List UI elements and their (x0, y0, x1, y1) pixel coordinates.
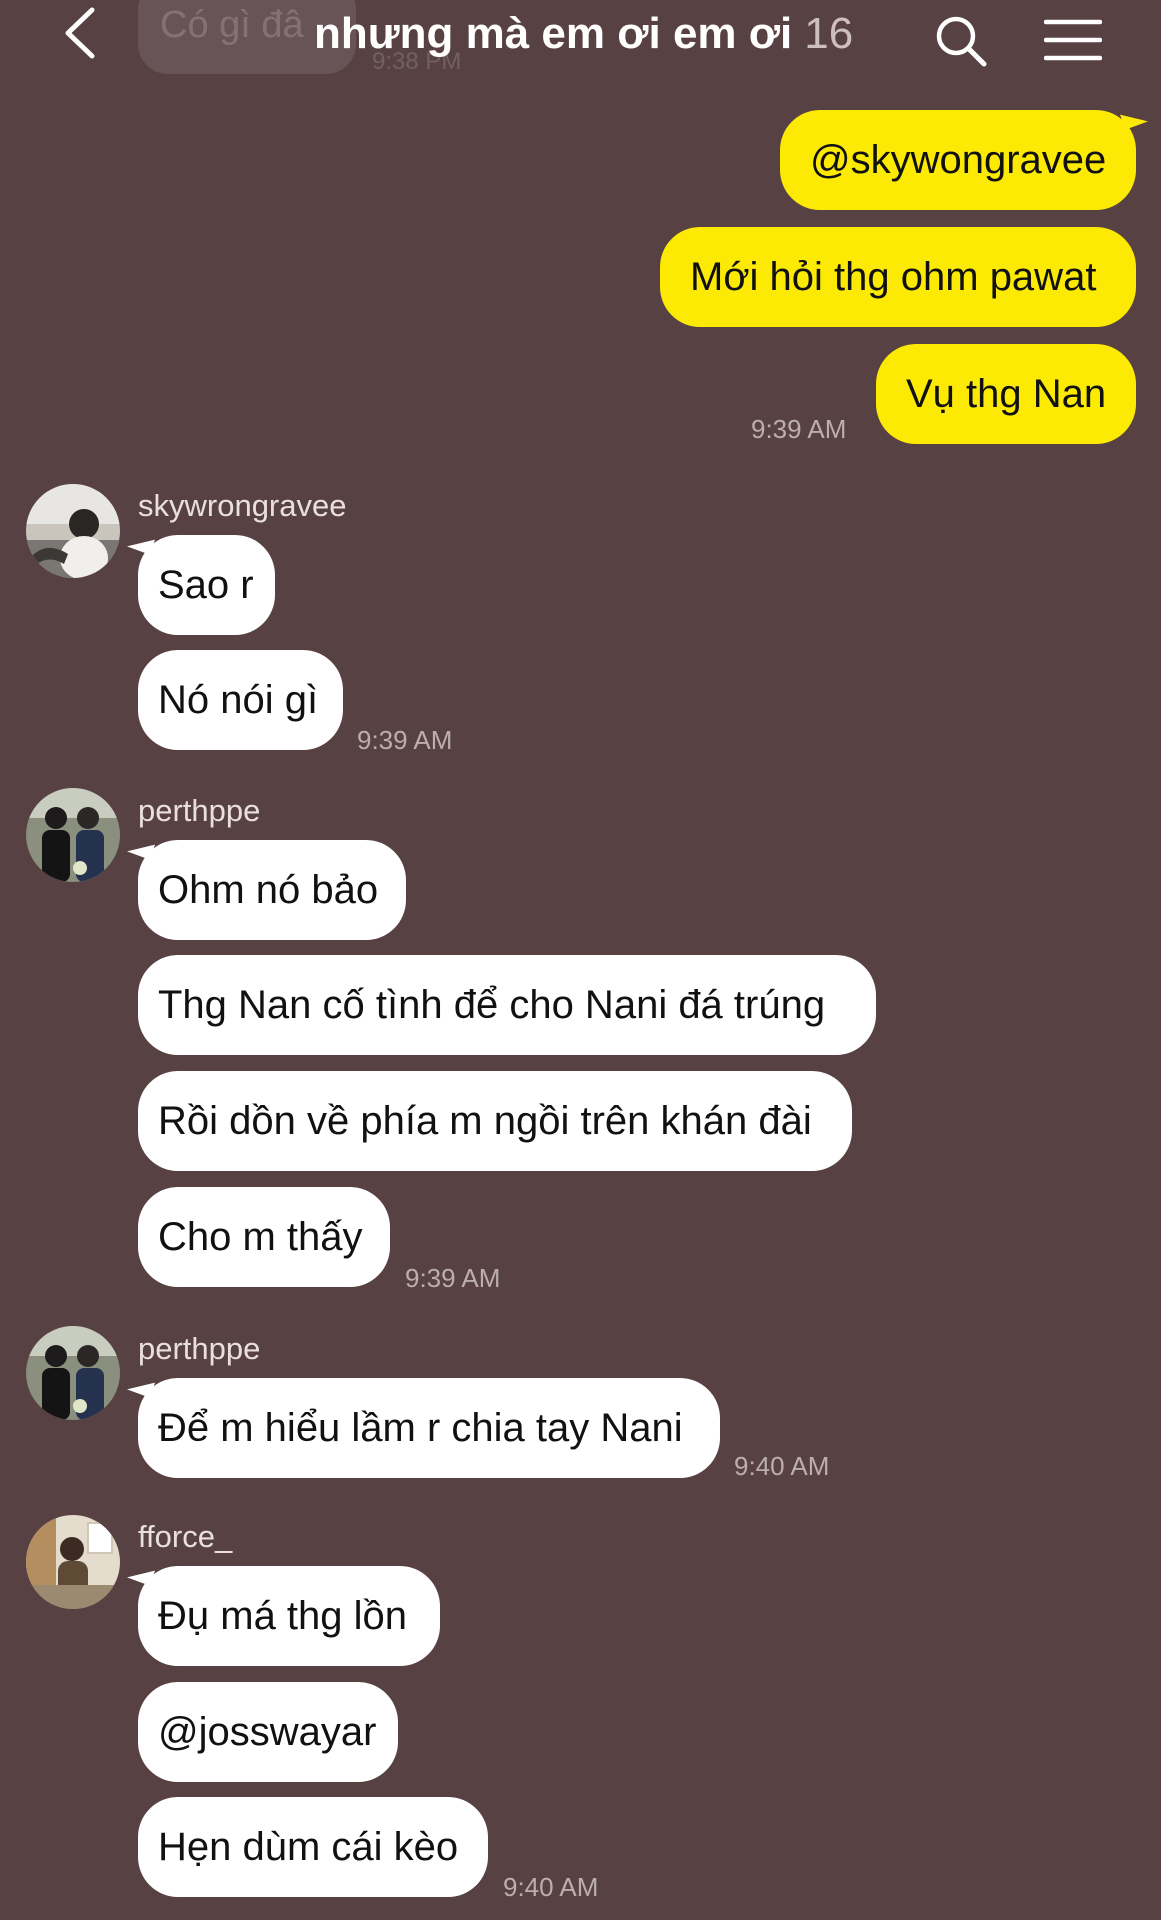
outgoing-message-bubble[interactable]: Vụ thg Nan (876, 344, 1136, 444)
bubble-tail (126, 1374, 156, 1398)
back-button[interactable] (56, 4, 106, 62)
message-text: Sao r (158, 563, 254, 607)
sender-name: skywrongravee (138, 488, 347, 523)
incoming-message-bubble[interactable]: Đụ má thg lồn (126, 1562, 440, 1666)
message-text: Thg Nan cố tình để cho Nani đá trúng (158, 983, 826, 1027)
bubble-tail (126, 836, 156, 860)
message-text: Cho m thấy (158, 1215, 363, 1259)
incoming-message-bubble[interactable]: Ohm nó bảo (126, 836, 406, 940)
message-text: Đụ má thg lồn (158, 1594, 408, 1638)
message-timestamp: 9:39 AM (405, 1263, 501, 1293)
message-text: Nó nói gì (158, 678, 319, 722)
incoming-message-bubble[interactable]: Hẹn dùm cái kèo (138, 1797, 488, 1897)
message-text: @skywongravee (810, 138, 1107, 182)
incoming-message-bubble[interactable]: Nó nói gì (138, 650, 343, 750)
outgoing-message-bubble[interactable]: Mới hỏi thg ohm pawat (660, 227, 1136, 327)
message-text: Vụ thg Nan (906, 372, 1107, 416)
incoming-message-bubble[interactable]: Cho m thấy (138, 1187, 390, 1287)
message-text: @josswayar (158, 1710, 377, 1754)
incoming-message-bubble[interactable]: Rồi dồn về phía m ngồi trên khán đài (138, 1071, 852, 1171)
avatar-perthppe[interactable] (26, 788, 120, 882)
message-text: Để m hiểu lầm r chia tay Nani (158, 1406, 683, 1450)
sender-name: perthppe (138, 1331, 261, 1366)
incoming-message-bubble[interactable]: Để m hiểu lầm r chia tay Nani (126, 1374, 720, 1478)
hamburger-menu-icon (1043, 19, 1103, 61)
outgoing-message-bubble[interactable]: @skywongravee (780, 106, 1149, 210)
menu-button[interactable] (1043, 16, 1103, 64)
message-timestamp: 9:40 AM (734, 1451, 830, 1481)
message-text: Rồi dồn về phía m ngồi trên khán đài (158, 1099, 812, 1143)
sender-name: perthppe (138, 793, 261, 828)
sender-name: fforce_ (138, 1519, 233, 1554)
message-timestamp: 9:39 AM (751, 414, 847, 444)
bubble-tail (126, 1562, 156, 1586)
chat-header: nhưng mà em ơi em ơi 16 (0, 0, 1161, 80)
chat-title-group[interactable]: nhưng mà em ơi em ơi 16 (314, 4, 853, 64)
incoming-message-bubble[interactable]: Thg Nan cố tình để cho Nani đá trúng (138, 955, 876, 1055)
bubble-tail (1119, 106, 1149, 130)
avatar-perthppe[interactable] (26, 1326, 120, 1420)
message-text: Hẹn dùm cái kèo (158, 1825, 459, 1869)
message-text: Ohm nó bảo (158, 868, 379, 912)
message-timestamp: 9:40 AM (503, 1872, 599, 1902)
incoming-message-bubble[interactable]: Sao r (126, 531, 275, 635)
search-button[interactable] (932, 12, 992, 72)
chat-screen: Có gì đâ 9:38 PM nhưng mà em ơi em ơi 16 (0, 0, 1161, 1920)
message-text: Mới hỏi thg ohm pawat (690, 255, 1097, 299)
incoming-message-bubble[interactable]: @josswayar (138, 1682, 398, 1782)
chevron-left-icon (65, 7, 95, 59)
search-icon (936, 16, 987, 67)
avatar-skywrongravee[interactable] (26, 484, 120, 578)
chat-title: nhưng mà em ơi em ơi (314, 9, 793, 58)
member-count: 16 (804, 9, 854, 58)
bubble-tail (126, 531, 156, 555)
message-timestamp: 9:39 AM (357, 725, 453, 755)
avatar-fforce[interactable] (26, 1515, 120, 1609)
